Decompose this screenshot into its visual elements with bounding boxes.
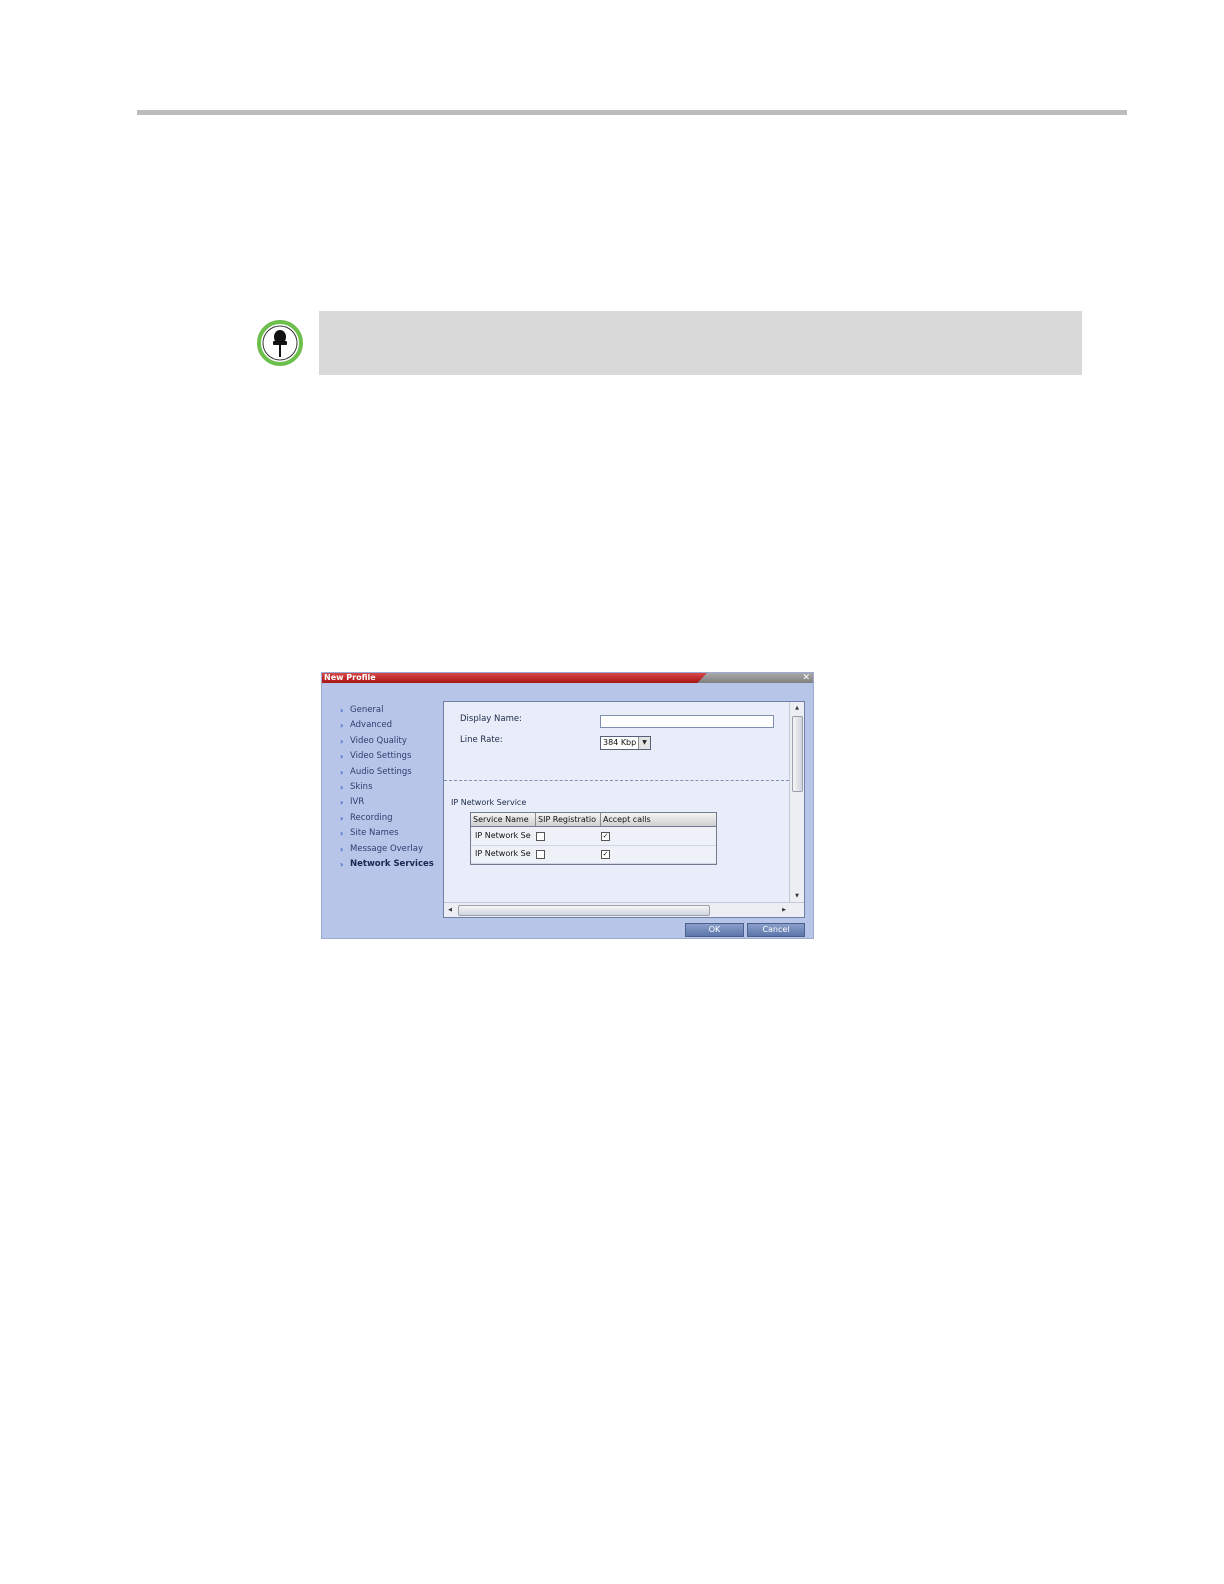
chevron-right-icon: › bbox=[340, 798, 344, 808]
title-bar: New Profile ✕ bbox=[322, 673, 813, 683]
nav-item-label: Site Names bbox=[350, 828, 399, 839]
display-name-input[interactable] bbox=[600, 715, 774, 728]
scroll-up-icon[interactable]: ▲ bbox=[790, 702, 804, 714]
nav-item-label: Audio Settings bbox=[350, 766, 412, 777]
nav-item-label: Recording bbox=[350, 812, 393, 823]
display-name-label: Display Name: bbox=[460, 714, 522, 724]
ok-button[interactable]: OK bbox=[685, 923, 744, 937]
cancel-button[interactable]: Cancel bbox=[747, 923, 805, 937]
horizontal-scroll-thumb[interactable] bbox=[458, 905, 710, 916]
nav-item-label: Video Settings bbox=[350, 751, 412, 762]
nav-item-label: Skins bbox=[350, 781, 373, 792]
table-row[interactable]: IP Network Se ✓ bbox=[471, 845, 716, 864]
header-rule bbox=[137, 110, 1127, 115]
pushpin-note-icon bbox=[257, 320, 303, 366]
column-header-service-name[interactable]: Service Name bbox=[471, 813, 536, 826]
table-row[interactable]: IP Network Se ✓ bbox=[471, 827, 716, 846]
chevron-right-icon: › bbox=[340, 736, 344, 746]
chevron-right-icon: › bbox=[340, 721, 344, 731]
nav-item-general[interactable]: › General bbox=[340, 703, 434, 718]
column-header-accept-calls[interactable]: Accept calls bbox=[601, 813, 716, 826]
profile-nav: › General › Advanced › Video Quality › Video… bbox=[340, 703, 434, 872]
nav-item-network-services[interactable]: › Network Services bbox=[340, 857, 434, 872]
table-header: Service Name SIP Registratio Accept call… bbox=[471, 813, 716, 827]
chevron-right-icon: › bbox=[340, 767, 344, 777]
vertical-scroll-thumb[interactable] bbox=[792, 716, 803, 792]
nav-item-skins[interactable]: › Skins bbox=[340, 780, 434, 795]
title-bar-accent bbox=[322, 673, 707, 683]
chevron-right-icon: › bbox=[340, 829, 344, 839]
line-rate-value: 384 Kbp bbox=[603, 738, 637, 747]
chevron-right-icon: › bbox=[340, 782, 344, 792]
nav-item-label: Video Quality bbox=[350, 735, 407, 746]
network-services-table: Service Name SIP Registratio Accept call… bbox=[470, 812, 717, 865]
accept-calls-checkbox[interactable]: ✓ bbox=[601, 832, 610, 841]
nav-item-site-names[interactable]: › Site Names bbox=[340, 826, 434, 841]
service-name-cell: IP Network Se bbox=[475, 849, 531, 858]
nav-item-label: General bbox=[350, 705, 384, 715]
sip-registration-checkbox[interactable] bbox=[536, 832, 545, 841]
nav-item-label: Advanced bbox=[350, 720, 392, 731]
vertical-scrollbar[interactable]: ▲ ▼ bbox=[789, 702, 804, 902]
new-profile-dialog: New Profile ✕ › General › Advanced › Video … bbox=[321, 672, 814, 939]
chevron-right-icon: › bbox=[340, 844, 344, 854]
dialog-title: New Profile bbox=[324, 673, 376, 682]
chevron-right-icon: › bbox=[340, 706, 344, 715]
scroll-left-icon[interactable]: ◀ bbox=[444, 903, 456, 917]
nav-item-label: Message Overlay bbox=[350, 843, 424, 854]
nav-item-label: Network Services bbox=[350, 858, 434, 869]
nav-item-advanced[interactable]: › Advanced bbox=[340, 718, 434, 733]
nav-item-label: IVR bbox=[350, 797, 365, 808]
nav-item-video-quality[interactable]: › Video Quality bbox=[340, 734, 434, 749]
column-header-sip-registration[interactable]: SIP Registratio bbox=[536, 813, 601, 826]
service-name-cell: IP Network Se bbox=[475, 831, 531, 840]
nav-item-video-settings[interactable]: › Video Settings bbox=[340, 749, 434, 764]
nav-item-message-overlay[interactable]: › Message Overlay bbox=[340, 842, 434, 857]
accept-calls-checkbox[interactable]: ✓ bbox=[601, 850, 610, 859]
horizontal-scrollbar[interactable]: ◀ ▶ bbox=[444, 902, 804, 917]
chevron-right-icon: › bbox=[340, 752, 344, 762]
nav-item-ivr[interactable]: › IVR bbox=[340, 795, 434, 810]
line-rate-label: Line Rate: bbox=[460, 735, 503, 745]
close-icon[interactable]: ✕ bbox=[802, 673, 810, 683]
chevron-right-icon: › bbox=[340, 859, 344, 869]
scroll-down-icon[interactable]: ▼ bbox=[790, 890, 804, 902]
ip-network-service-label: IP Network Service bbox=[451, 798, 527, 807]
section-divider bbox=[444, 780, 789, 781]
chevron-down-icon[interactable]: ▼ bbox=[638, 737, 650, 749]
note-box bbox=[319, 311, 1082, 375]
scroll-right-icon[interactable]: ▶ bbox=[778, 903, 790, 917]
nav-item-recording[interactable]: › Recording bbox=[340, 811, 434, 826]
settings-panel: Display Name: Line Rate: 384 Kbp ▼ IP Ne… bbox=[443, 701, 805, 918]
sip-registration-checkbox[interactable] bbox=[536, 850, 545, 859]
chevron-right-icon: › bbox=[340, 813, 344, 823]
line-rate-select[interactable]: 384 Kbp ▼ bbox=[600, 736, 651, 750]
nav-item-audio-settings[interactable]: › Audio Settings bbox=[340, 765, 434, 780]
